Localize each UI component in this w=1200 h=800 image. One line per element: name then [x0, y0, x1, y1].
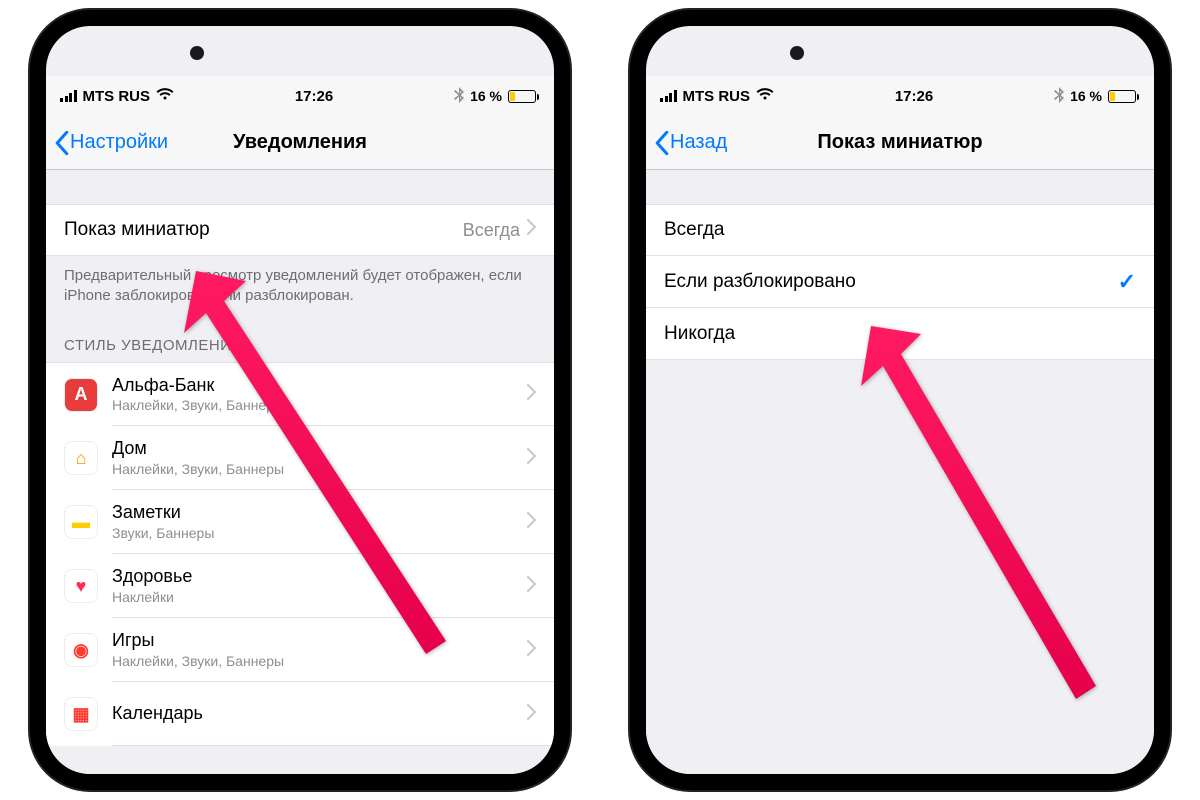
chevron-right-icon — [526, 448, 536, 469]
chevron-right-icon — [526, 512, 536, 533]
checkmark-icon: ✓ — [1118, 269, 1136, 295]
app-icon: ⌂ — [64, 441, 98, 475]
page-title: Уведомления — [233, 131, 367, 154]
app-row[interactable]: ◉ Игры Наклейки, Звуки, Баннеры — [46, 618, 554, 682]
battery-pct: 16 % — [1070, 88, 1102, 104]
screen-right: MTS RUS 17:26 16 % Назад Показ миниатюр — [646, 26, 1154, 774]
wifi-icon — [156, 87, 174, 105]
app-name: Игры — [112, 631, 526, 651]
nav-bar: Назад Показ миниатюр — [646, 116, 1154, 170]
app-sub: Наклейки, Звуки, Баннеры — [112, 461, 526, 477]
status-bar: MTS RUS 17:26 16 % — [46, 76, 554, 116]
status-bar: MTS RUS 17:26 16 % — [646, 76, 1154, 116]
wifi-icon — [756, 87, 774, 105]
option-label: Никогда — [664, 323, 1136, 345]
app-icon: А — [64, 378, 98, 412]
battery-icon — [508, 90, 536, 103]
preview-row[interactable]: Показ миниатюр Всегда — [46, 204, 554, 256]
option-label: Если разблокировано — [664, 271, 1118, 293]
bluetooth-icon — [1054, 87, 1064, 106]
section-header: СТИЛЬ УВЕДОМЛЕНИЙ — [46, 319, 554, 362]
app-icon: ♥ — [64, 569, 98, 603]
app-sub: Звуки, Баннеры — [112, 525, 526, 541]
clock: 17:26 — [295, 88, 333, 105]
carrier-label: MTS RUS — [683, 88, 751, 105]
chevron-left-icon — [54, 131, 70, 155]
preview-value: Всегда — [463, 220, 520, 241]
signal-icon — [660, 90, 677, 102]
battery-icon — [1108, 90, 1136, 103]
phone-right: MTS RUS 17:26 16 % Назад Показ миниатюр — [630, 10, 1170, 790]
option-label: Всегда — [664, 219, 1136, 241]
app-row[interactable]: ♥ Здоровье Наклейки — [46, 554, 554, 618]
app-row[interactable]: ▦ Календарь — [46, 682, 554, 746]
app-row[interactable]: ▬ Заметки Звуки, Баннеры — [46, 490, 554, 554]
app-sub: Наклейки, Звуки, Баннеры — [112, 653, 526, 669]
app-sub: Наклейки — [112, 589, 526, 605]
carrier-label: MTS RUS — [83, 88, 151, 105]
app-row[interactable]: ⌂ Дом Наклейки, Звуки, Баннеры — [46, 426, 554, 490]
preview-footer: Предварительный просмотр уведомлений буд… — [46, 256, 554, 319]
chevron-right-icon — [526, 640, 536, 661]
bluetooth-icon — [454, 87, 464, 106]
battery-pct: 16 % — [470, 88, 502, 104]
app-sub: Наклейки, Звуки, Баннеры — [112, 397, 526, 413]
app-name: Здоровье — [112, 567, 526, 587]
option-row[interactable]: Если разблокировано✓ — [646, 256, 1154, 308]
back-button[interactable]: Назад — [654, 116, 727, 169]
app-icon: ◉ — [64, 633, 98, 667]
app-row[interactable]: А Альфа-БанкНаклейки, Звуки, Баннеры — [46, 362, 554, 426]
signal-icon — [60, 90, 77, 102]
content-area[interactable]: Показ миниатюр Всегда Предварительный пр… — [46, 170, 554, 774]
app-name: Альфа-Банк — [112, 376, 526, 396]
phone-left: MTS RUS 17:26 16 % Настройки Уведомления — [30, 10, 570, 790]
content-area[interactable]: Всегда Если разблокировано✓ Никогда — [646, 170, 1154, 774]
app-name: Дом — [112, 439, 526, 459]
nav-bar: Настройки Уведомления — [46, 116, 554, 170]
option-row[interactable]: Всегда — [646, 204, 1154, 256]
preview-label: Показ миниатюр — [64, 219, 463, 241]
option-row[interactable]: Никогда — [646, 308, 1154, 360]
app-icon: ▬ — [64, 505, 98, 539]
back-button[interactable]: Настройки — [54, 116, 168, 169]
app-name: Календарь — [112, 704, 526, 724]
back-label: Назад — [670, 131, 727, 154]
back-label: Настройки — [70, 131, 168, 154]
screen-left: MTS RUS 17:26 16 % Настройки Уведомления — [46, 26, 554, 774]
clock: 17:26 — [895, 88, 933, 105]
app-name: Заметки — [112, 503, 526, 523]
app-icon: ▦ — [64, 697, 98, 731]
chevron-left-icon — [654, 131, 670, 155]
chevron-right-icon — [526, 576, 536, 597]
chevron-right-icon — [526, 704, 536, 725]
page-title: Показ миниатюр — [817, 131, 982, 154]
chevron-right-icon — [526, 384, 536, 405]
chevron-right-icon — [526, 219, 536, 241]
